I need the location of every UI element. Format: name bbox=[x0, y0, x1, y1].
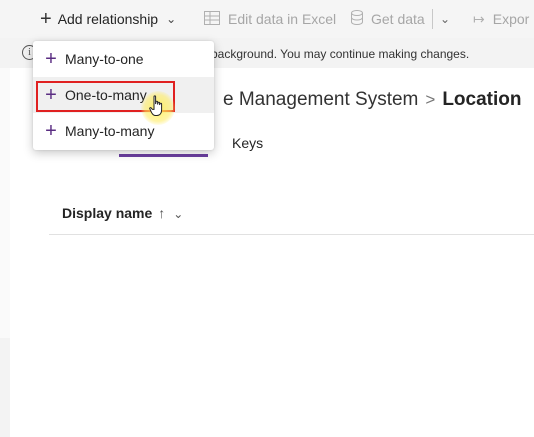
excel-icon bbox=[204, 10, 220, 28]
edit-in-excel-label: Edit data in Excel bbox=[228, 11, 337, 27]
chevron-down-icon: ⌄ bbox=[166, 12, 177, 26]
database-icon bbox=[351, 10, 363, 28]
add-relationship-button[interactable]: + Add relationship ⌄ bbox=[40, 0, 176, 38]
breadcrumb-separator: > bbox=[425, 90, 436, 109]
tab-selected-indicator bbox=[119, 154, 208, 157]
tab-keys[interactable]: Keys bbox=[232, 135, 263, 151]
get-data-chevron-down-icon[interactable]: ⌄ bbox=[440, 0, 450, 38]
display-name-column-header[interactable]: Display name ↑ ⌄ bbox=[62, 205, 183, 221]
menu-item-many-to-one[interactable]: + Many-to-one bbox=[33, 41, 214, 77]
toolbar-divider bbox=[432, 9, 433, 29]
sort-ascending-icon: ↑ bbox=[158, 205, 166, 221]
info-message-text: background. You may continue making chan… bbox=[211, 47, 470, 61]
breadcrumb-parent[interactable]: e Management System bbox=[223, 89, 418, 110]
table-header-divider bbox=[49, 234, 534, 235]
get-data-label: Get data bbox=[371, 11, 425, 27]
get-data-button[interactable]: Get data bbox=[351, 0, 425, 38]
chevron-down-icon[interactable]: ⌄ bbox=[173, 207, 183, 221]
menu-item-label: Many-to-one bbox=[65, 51, 144, 67]
menu-item-many-to-many[interactable]: + Many-to-many bbox=[33, 113, 214, 149]
edit-in-excel-button[interactable]: Edit data in Excel bbox=[204, 0, 336, 38]
menu-item-label: Many-to-many bbox=[65, 123, 155, 139]
breadcrumb-current: Location bbox=[442, 89, 522, 110]
left-nav-strip bbox=[0, 68, 10, 338]
plus-icon: + bbox=[45, 119, 57, 142]
export-button[interactable]: ↦ Expor bbox=[473, 0, 529, 38]
export-label: Expor bbox=[492, 11, 530, 27]
add-relationship-label: Add relationship bbox=[57, 11, 159, 27]
plus-icon: + bbox=[45, 47, 57, 70]
breadcrumb: e Management System > Location bbox=[223, 89, 521, 111]
export-arrow-icon: ↦ bbox=[473, 10, 485, 27]
hand-pointer-icon bbox=[149, 95, 163, 116]
command-bar: + Add relationship ⌄ Edit data in Excel … bbox=[0, 0, 534, 38]
plus-icon: + bbox=[40, 7, 52, 30]
app-page: + Add relationship ⌄ Edit data in Excel … bbox=[0, 0, 534, 437]
column-header-label: Display name bbox=[62, 205, 153, 221]
